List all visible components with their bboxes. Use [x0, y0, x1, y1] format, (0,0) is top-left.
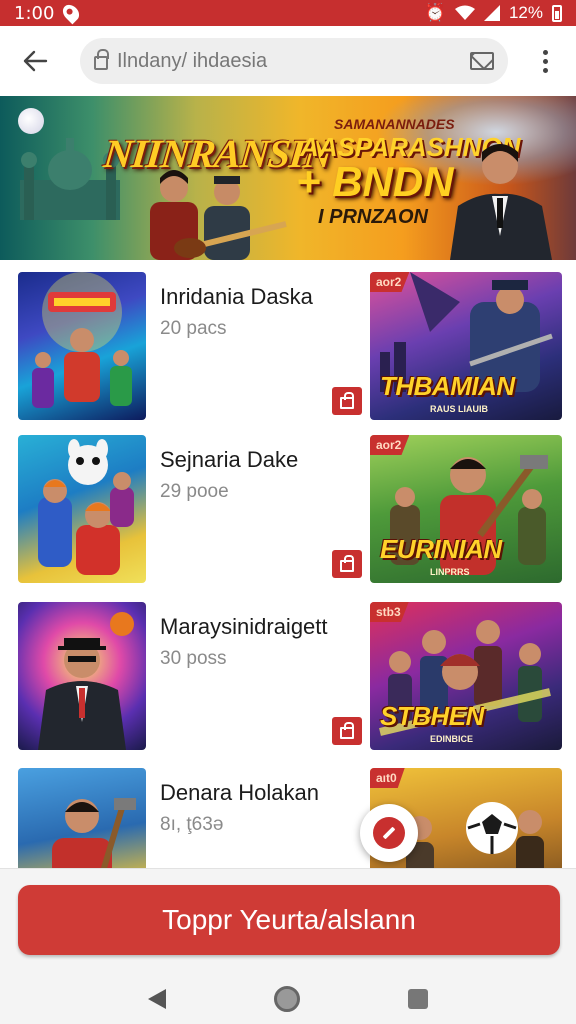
poster-subtitle: RAUS LIAUIB — [430, 404, 488, 414]
url-text: Ilndany/ ihdaesia — [117, 49, 268, 72]
nav-home-icon[interactable] — [274, 986, 300, 1012]
bottom-panel: Toppr Yeurta/alslann — [0, 868, 576, 1024]
hero-musicians — [150, 170, 287, 260]
item-subtitle: 8ı, ţ63ə — [160, 814, 224, 835]
poster-subtitle: EDINBICE — [430, 734, 474, 744]
item-title: Sejnaria Dake — [160, 447, 299, 472]
battery-text: 12% — [508, 3, 543, 22]
item-subtitle: 30 poss — [160, 648, 227, 669]
shopping-bag-icon — [340, 554, 354, 572]
hero-tagline-big: + BNDN — [296, 158, 454, 205]
hero-man-in-suit — [450, 144, 552, 260]
primary-cta-button[interactable]: Toppr Yeurta/alslann — [18, 885, 560, 955]
list-item[interactable]: Inridania Daska 20 pacs aor2 THBAMIAN RA… — [0, 260, 576, 426]
nav-recent-icon[interactable] — [408, 989, 428, 1009]
content-list: Inridania Daska 20 pacs aor2 THBAMIAN RA… — [0, 260, 576, 868]
item-subtitle: 29 pooe — [160, 481, 229, 502]
item-thumbnail[interactable] — [18, 272, 146, 420]
alarm-icon: ⏰ — [424, 2, 446, 23]
edit-icon — [373, 817, 405, 849]
battery-icon — [552, 4, 562, 22]
back-arrow-icon — [23, 50, 48, 72]
mail-icon[interactable] — [470, 52, 494, 70]
lock-icon — [94, 49, 109, 70]
edit-fab[interactable] — [360, 804, 418, 862]
poster-title: EURINIAN — [380, 534, 502, 564]
list-item[interactable]: Maraysinidraigett 30 poss stb3 STBHEN ED… — [0, 590, 576, 756]
poster-title: STBHEN — [380, 701, 484, 731]
item-title: Denara Holakan — [160, 780, 319, 805]
item-title: Inridania Daska — [160, 284, 313, 309]
location-icon — [60, 1, 83, 25]
thumbnail-art — [52, 798, 136, 868]
status-icons: ⏰ 12% — [425, 3, 562, 23]
thumbnail-art — [32, 272, 132, 408]
shopping-bag-icon — [340, 721, 354, 739]
item-title: Maraysinidraigett — [160, 614, 328, 639]
hero-tagline-small: SAMANANNADES — [334, 116, 455, 132]
item-thumbnail[interactable] — [18, 435, 146, 583]
wifi-icon — [454, 5, 475, 20]
status-time: 1:00 — [14, 2, 55, 24]
buy-button[interactable] — [332, 550, 362, 578]
item-subtitle: 20 pacs — [160, 318, 227, 339]
item-poster[interactable]: stb3 STBHEN EDINBICE — [370, 602, 562, 750]
buy-button[interactable] — [332, 387, 362, 415]
app-bar: Ilndany/ ihdaesia — [0, 26, 576, 96]
item-poster[interactable]: aor2 EURINIAN LINPRRS — [370, 435, 562, 583]
url-bar[interactable]: Ilndany/ ihdaesia — [80, 38, 508, 84]
shopping-bag-icon — [340, 391, 354, 409]
item-poster[interactable]: aor2 THBAMIAN RAUS LIAUIB — [370, 272, 562, 420]
buy-button[interactable] — [332, 717, 362, 745]
signal-icon — [483, 5, 500, 21]
nav-back-icon[interactable] — [148, 989, 166, 1009]
back-button[interactable] — [0, 26, 70, 96]
system-nav-bar — [0, 973, 576, 1024]
thumbnail-art — [38, 612, 134, 750]
more-vert-icon[interactable] — [522, 38, 568, 84]
list-item[interactable]: Denara Holakan 8ı, ţ63ə aıt0 — [0, 756, 576, 868]
list-item[interactable]: Sejnaria Dake 29 pooe aor2 EURINIAN LINP… — [0, 423, 576, 589]
status-bar: 1:00 ⏰ 12% — [0, 0, 576, 26]
hero-banner[interactable]: NIINRANSIN SAMANANNADES AASPARASHNON + B… — [0, 96, 576, 260]
item-thumbnail[interactable] — [18, 768, 146, 868]
item-thumbnail[interactable] — [18, 602, 146, 750]
thumbnail-art — [38, 439, 134, 575]
hero-tagline-bottom: I PRNZAON — [318, 206, 428, 228]
poster-title: THBAMIAN — [380, 371, 515, 401]
poster-subtitle: LINPRRS — [430, 567, 470, 577]
